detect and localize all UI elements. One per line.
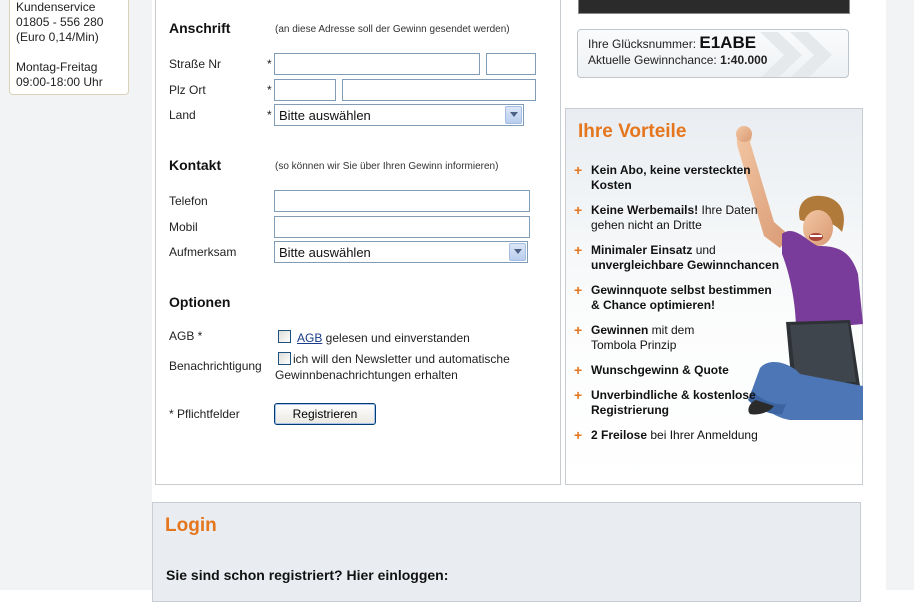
house-number-input[interactable]: [486, 53, 536, 75]
plus-icon: +: [574, 427, 583, 443]
phone-input[interactable]: [274, 190, 530, 212]
right-gutter: [886, 0, 914, 590]
advantage-item-2: Keine Werbemails! Ihre Daten gehen nicht…: [591, 203, 771, 233]
plus-icon: +: [574, 282, 583, 298]
advantage-item-3-strong: Minimaler Einsatz: [591, 243, 693, 257]
plus-icon: +: [574, 202, 583, 218]
login-title: Login: [165, 515, 217, 536]
chevron-down-icon[interactable]: [505, 106, 522, 124]
lucky-number-box: Ihre Glücksnummer: E1ABE Aktuelle Gewinn…: [577, 29, 849, 78]
advantage-item-8-strong: 2 Freilose: [591, 428, 648, 442]
advantage-item-3-rest: und: [692, 243, 716, 257]
attention-select[interactable]: Bitte auswählen: [274, 241, 528, 263]
advantage-item-8: 2 Freilose bei Ihrer Anmeldung: [591, 428, 791, 443]
zip-required-mark: *: [267, 83, 272, 97]
lucky-number-label: Ihre Glücksnummer:: [588, 37, 697, 51]
advantage-item-3: Minimaler Einsatz und unvergleichbare Ge…: [591, 243, 781, 273]
agb-link[interactable]: AGB: [297, 331, 322, 345]
attention-select-value: Bitte auswählen: [279, 245, 371, 260]
street-required-mark: *: [267, 57, 272, 71]
advantages-title: Ihre Vorteile: [578, 121, 687, 142]
advantage-item-4: Gewinnquote selbst bestimmen & Chance op…: [591, 283, 777, 313]
media-strip: [578, 0, 850, 14]
advantage-item-7: Unverbindliche & kostenlose Registrierun…: [591, 388, 771, 418]
register-button[interactable]: Registrieren: [274, 403, 376, 425]
country-required-mark: *: [267, 108, 272, 122]
advantage-item-8-rest: bei Ihrer Anmeldung: [647, 428, 758, 442]
service-hours: 09:00-18:00 Uhr: [16, 75, 103, 89]
required-note: * Pflichtfelder: [169, 407, 240, 421]
attention-label: Aufmerksam: [169, 245, 237, 259]
advantage-item-2-strong: Keine Werbemails!: [591, 203, 699, 217]
lucky-number-line: Ihre Glücksnummer: E1ABE: [588, 33, 756, 53]
service-days: Montag-Freitag: [16, 60, 98, 74]
city-input[interactable]: [342, 79, 536, 101]
login-panel: [152, 502, 861, 602]
advantage-item-6: Wunschgewinn & Quote: [591, 363, 781, 378]
contact-heading: Kontakt: [169, 157, 222, 173]
address-hint: (an diese Adresse soll der Gewinn gesend…: [275, 24, 510, 35]
country-label: Land: [169, 108, 196, 122]
chance-line: Aktuelle Gewinnchance: 1:40.000: [588, 53, 767, 67]
chance-label: Aktuelle Gewinnchance:: [588, 53, 717, 67]
plus-icon: +: [574, 242, 583, 258]
country-select[interactable]: Bitte auswählen: [274, 104, 524, 126]
advantage-item-5-strong: Gewinnen: [591, 323, 649, 337]
service-title: Kundenservice: [16, 0, 96, 14]
advantage-item-6-strong: Wunschgewinn & Quote: [591, 363, 729, 377]
customer-service-box: Kundenservice 01805 - 556 280 (Euro 0,14…: [9, 0, 129, 95]
zip-city-label: Plz Ort: [169, 83, 206, 97]
address-heading: Anschrift: [169, 20, 231, 36]
advantage-item-5: Gewinnen mit dem Tombola Prinzip: [591, 323, 711, 353]
advantage-item-7-strong: Unverbindliche & kostenlose Registrierun…: [591, 388, 756, 417]
chevron-down-icon[interactable]: [509, 243, 526, 261]
advantage-item-1: Kein Abo, keine versteckten Kosten: [591, 163, 781, 193]
service-phone: 01805 - 556 280: [16, 15, 104, 29]
agb-label: AGB *: [169, 329, 203, 343]
plus-icon: +: [574, 387, 583, 403]
mobile-input[interactable]: [274, 216, 530, 238]
advantage-item-1-strong: Kein Abo, keine versteckten Kosten: [591, 163, 751, 192]
phone-label: Telefon: [169, 194, 208, 208]
agb-checkbox[interactable]: [278, 330, 291, 343]
notification-label: Benachrichtigung: [169, 359, 262, 373]
plus-icon: +: [574, 322, 583, 338]
agb-text: AGB gelesen und einverstanden: [297, 330, 470, 346]
plus-icon: +: [574, 162, 583, 178]
advantage-item-4-strong: Gewinnquote selbst bestimmen & Chance op…: [591, 283, 772, 312]
chevron-arrows-icon: [760, 32, 832, 77]
zip-input[interactable]: [274, 79, 336, 101]
country-select-value: Bitte auswählen: [279, 108, 371, 123]
options-heading: Optionen: [169, 294, 231, 310]
service-price: (Euro 0,14/Min): [16, 30, 99, 44]
agb-consent-text: gelesen und einverstanden: [322, 331, 470, 345]
street-label: Straße Nr: [169, 57, 222, 71]
plus-icon: +: [574, 362, 583, 378]
advantage-item-3-strong2: unvergleichbare Gewinnchancen: [591, 258, 780, 272]
street-input[interactable]: [274, 53, 480, 75]
newsletter-text: ich will den Newsletter und automatische…: [275, 352, 510, 382]
mobile-label: Mobil: [169, 220, 198, 234]
contact-hint: (so können wir Sie über Ihren Gewinn inf…: [275, 161, 499, 172]
login-subtitle: Sie sind schon registriert? Hier einlogg…: [166, 567, 449, 583]
lucky-number-value: E1ABE: [699, 33, 757, 52]
